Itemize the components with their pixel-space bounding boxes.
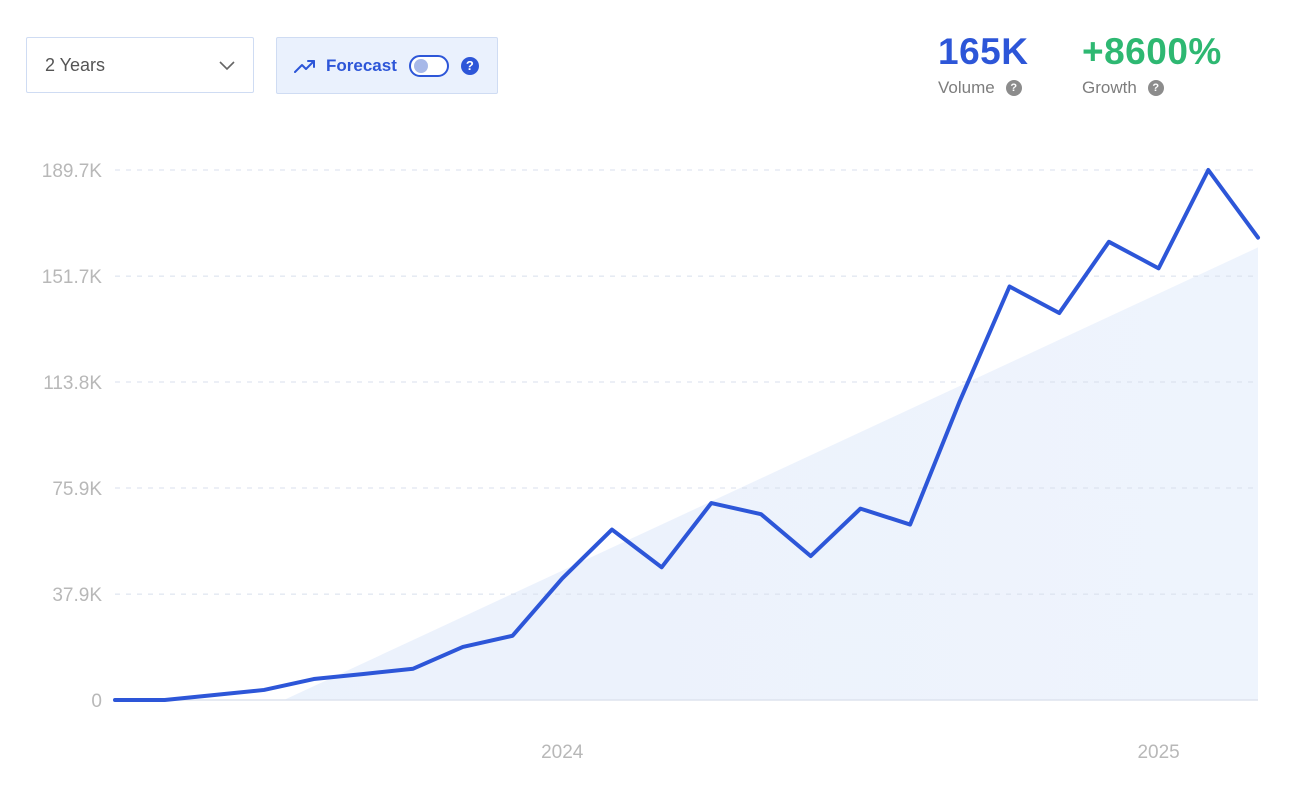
data-point (113, 698, 117, 702)
data-point (908, 523, 912, 527)
data-point (262, 688, 266, 692)
data-point (1157, 266, 1161, 270)
y-tick-label: 151.7K (42, 267, 103, 288)
x-tick-label: 2025 (1137, 742, 1179, 763)
data-point (1206, 168, 1210, 172)
data-point (1008, 285, 1012, 289)
y-tick-label: 189.7K (42, 161, 103, 182)
y-tick-label: 37.9K (52, 585, 102, 606)
data-point (163, 698, 167, 702)
data-point (809, 554, 813, 558)
data-point (411, 667, 415, 671)
y-tick-label: 75.9K (52, 479, 102, 500)
data-point (958, 399, 962, 403)
data-point (361, 672, 365, 676)
trend-area (283, 247, 1258, 700)
data-point (1256, 236, 1260, 240)
data-point (1107, 240, 1111, 244)
data-point (660, 565, 664, 569)
y-tick-label: 0 (91, 691, 102, 712)
data-point (709, 501, 713, 505)
data-point (1057, 311, 1061, 315)
y-tick-label: 113.8K (43, 373, 102, 394)
data-point (461, 645, 465, 649)
data-point (212, 693, 216, 697)
data-point (560, 576, 564, 580)
data-point (858, 507, 862, 511)
data-point (312, 677, 316, 681)
data-point (759, 512, 763, 516)
data-point (610, 528, 614, 532)
data-point (511, 634, 515, 638)
volume-chart[interactable]: 0 37.9K 75.9K 113.8K 151.7K 189.7K 2024 2025 (0, 0, 1292, 800)
x-tick-label: 2024 (541, 742, 584, 763)
